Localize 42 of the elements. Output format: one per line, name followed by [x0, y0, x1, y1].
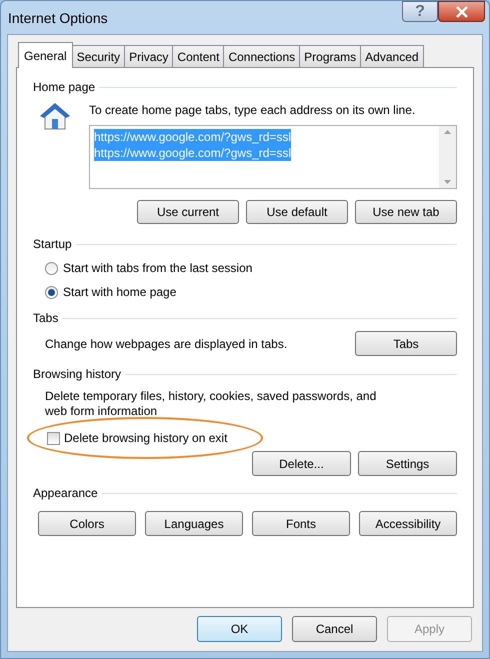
tab[interactable]: Programs [299, 45, 362, 67]
tab[interactable]: Security [72, 45, 126, 67]
dialog-button[interactable]: Colors [38, 511, 136, 536]
radio-label[interactable]: Start with tabs from the last session [63, 259, 252, 277]
close-icon [454, 6, 468, 18]
selected-address: https://www.google.com/?gws_rd=ssl [94, 145, 292, 161]
radio-button[interactable] [45, 262, 58, 274]
help-button[interactable]: ? [402, 1, 438, 22]
tab[interactable]: Advanced [360, 45, 424, 67]
checkbox-label[interactable]: Delete browsing history on exit [64, 429, 228, 447]
up-arrow-icon[interactable] [444, 130, 451, 134]
dialog-button[interactable]: Fonts [252, 511, 350, 536]
window-title: Internet Options [8, 9, 109, 28]
radio-label[interactable]: Start with home page [63, 283, 176, 301]
group-heading: Home page [33, 79, 96, 96]
selected-address: https://www.google.com/?gws_rd=ssl [94, 129, 292, 145]
group-heading: Appearance [33, 485, 98, 502]
down-arrow-icon[interactable] [444, 180, 451, 184]
dialog-button[interactable]: OK [197, 616, 282, 642]
description-text: Delete temporary files, history, cookies, saved passwords, and web form information [45, 389, 378, 419]
dialog-button[interactable]: Tabs [355, 331, 457, 356]
dialog-button[interactable]: Settings [358, 451, 457, 476]
scrollbar[interactable] [439, 126, 456, 188]
tab[interactable]: General [18, 42, 73, 68]
group-heading: Tabs [33, 310, 58, 327]
description-text: Change how webpages are displayed in tabs. [45, 336, 288, 352]
dialog-button[interactable]: Languages [145, 511, 243, 536]
dialog-button[interactable]: Accessibility [359, 511, 457, 536]
tab[interactable]: Privacy [124, 45, 174, 67]
dialog-button[interactable]: Use new tab [355, 200, 457, 224]
group-heading: Browsing history [33, 366, 122, 383]
close-button[interactable] [438, 1, 485, 22]
instruction-text: To create home page tabs, type each address on its own line. [89, 102, 416, 119]
radio-button[interactable] [45, 286, 58, 298]
dialog-button[interactable]: Use default [246, 200, 348, 224]
dialog-button[interactable]: Delete... [252, 451, 351, 476]
dialog-button[interactable]: Cancel [292, 616, 377, 642]
tab[interactable]: Connections [223, 45, 300, 67]
group-heading: Startup [33, 236, 72, 253]
dialog-button[interactable]: Use current [137, 200, 239, 224]
tab[interactable]: Content [172, 45, 224, 67]
checkbox[interactable] [47, 432, 60, 444]
